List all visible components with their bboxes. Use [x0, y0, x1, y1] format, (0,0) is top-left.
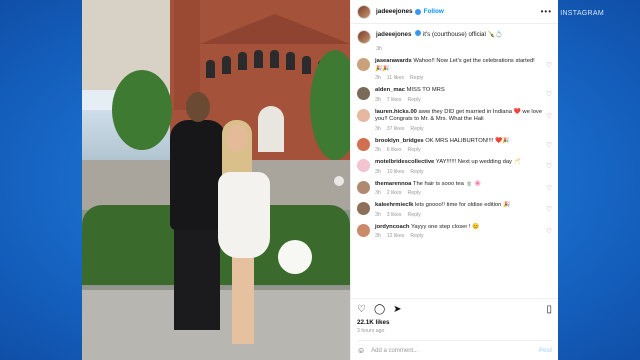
emoji-icon[interactable]: ☺	[357, 346, 365, 355]
comment-username[interactable]: motelbridescollective	[375, 159, 434, 165]
comment-item: themarennoa The hair is sooo tea 🍵 🌸 3h 2 …	[357, 180, 552, 196]
comment-heart-icon[interactable]: ♡	[546, 90, 552, 98]
comment-heart-icon[interactable]: ♡	[546, 112, 552, 120]
comment-item: jasearawards Wahoo!! Now Let's get the c…	[357, 58, 552, 81]
instagram-post-card: jadeeejones Follow ••• jadeeejones it's …	[82, 0, 558, 360]
comments-list: jasearawards Wahoo!! Now Let's get the c…	[351, 52, 558, 298]
caption-text: it's (courthouse) official 🍾💍	[422, 31, 504, 38]
comment-likes[interactable]: 37 likes	[387, 126, 405, 132]
caption-avatar[interactable]	[357, 30, 371, 44]
person-woman	[218, 172, 270, 258]
comment-likes[interactable]: 12 likes	[387, 233, 405, 239]
comment-time: 3h	[375, 211, 381, 218]
comment-time: 3h	[375, 233, 381, 239]
comment-heart-icon[interactable]: ♡	[546, 227, 552, 235]
more-dots-icon[interactable]: •••	[541, 7, 552, 16]
comment-avatar[interactable]	[357, 58, 370, 71]
reply-button[interactable]: Reply	[410, 233, 423, 239]
post-caption: jadeeejones it's (courthouse) official 🍾…	[351, 24, 558, 46]
comment-text: The hair is sooo tea 🍵 🌸	[412, 180, 482, 187]
add-comment-input[interactable]: Add a comment...	[371, 348, 539, 354]
comment-time: 3h	[375, 190, 381, 196]
comment-likes[interactable]: 3 likes	[387, 212, 402, 218]
post-header: jadeeejones Follow •••	[351, 0, 558, 24]
comment-avatar[interactable]	[357, 180, 370, 194]
comment-item: motelbridescollective YAY!!!!!! Next up …	[357, 159, 552, 175]
comment-likes[interactable]: 7 likes	[387, 97, 402, 103]
verified-badge-icon	[415, 30, 422, 36]
heart-icon[interactable]: ♡	[357, 305, 366, 315]
comment-avatar[interactable]	[357, 137, 370, 151]
comment-item: alden_mac MISS TO MRS 3h 7 likes Reply ♡	[357, 87, 552, 103]
post-comment-button[interactable]: Post	[539, 348, 552, 354]
comment-likes[interactable]: 6 likes	[387, 147, 402, 153]
verified-badge-icon	[414, 8, 421, 15]
avatar[interactable]	[357, 4, 371, 19]
caption-username[interactable]: jadeeejones	[376, 31, 411, 38]
reply-button[interactable]: Reply	[408, 97, 421, 103]
bookmark-icon[interactable]: ▯	[546, 305, 552, 315]
comment-likes[interactable]: 2 likes	[387, 190, 402, 196]
comment-text: Yayyy one step closer ! 😊	[410, 223, 480, 230]
likes-count[interactable]: 22.1K likes	[357, 319, 552, 326]
comment-time: 3h	[375, 75, 381, 81]
comment-item: jordyncoach Yayyy one step closer ! 😊 3h 1…	[357, 223, 552, 239]
comment-heart-icon[interactable]: ♡	[546, 205, 552, 213]
reply-button[interactable]: Reply	[410, 75, 423, 81]
carousel-next-button[interactable]	[334, 176, 344, 186]
comment-item: lauren.hicks.00 aww they DID get married…	[357, 108, 552, 132]
comment-username[interactable]: jasearawards	[375, 58, 412, 64]
post-actions: ♡ ◯ ➤ ▯ 22.1K likes 3 hours ago ☺ Add a …	[351, 298, 558, 360]
comment-avatar[interactable]	[357, 159, 370, 172]
comment-time: 3h	[375, 147, 381, 153]
comment-time: 3h	[375, 125, 381, 132]
comment-time: 3h	[375, 96, 381, 103]
add-comment-row: ☺ Add a comment... Post	[357, 340, 552, 360]
comment-avatar[interactable]	[357, 108, 370, 122]
comment-avatar[interactable]	[357, 87, 370, 100]
post-time: 3 hours ago	[357, 328, 385, 334]
comment-avatar[interactable]	[357, 202, 370, 215]
bouquet	[278, 240, 312, 274]
comment-username[interactable]: brooklyn_bridges	[375, 138, 424, 144]
comment-likes[interactable]: 11 likes	[387, 75, 404, 81]
comment-likes[interactable]: 10 likes	[387, 169, 405, 175]
comment-username[interactable]: alden_mac	[375, 87, 405, 93]
comment-username[interactable]: jordyncoach	[375, 224, 409, 230]
share-icon[interactable]: ➤	[393, 305, 401, 315]
reply-button[interactable]: Reply	[408, 212, 421, 218]
comment-heart-icon[interactable]: ♡	[546, 141, 552, 149]
comment-text: YAY!!!!!! Next up wedding day 🥂	[435, 159, 521, 165]
comment-icon[interactable]: ◯	[374, 305, 385, 315]
comment-text: lets goooo!! time for oldise edition 🎉	[414, 202, 511, 208]
comment-heart-icon[interactable]: ♡	[546, 61, 552, 69]
comment-username[interactable]: lauren.hicks.00	[375, 109, 417, 115]
post-username[interactable]: jadeeejones	[376, 8, 413, 15]
comment-item: kaleehrmieclk lets goooo!! time for oldi…	[357, 202, 552, 218]
follow-button[interactable]: Follow	[424, 8, 444, 15]
post-photo[interactable]	[82, 0, 350, 360]
comment-username[interactable]: kaleehrmieclk	[375, 202, 413, 208]
reply-button[interactable]: Reply	[410, 169, 423, 175]
comment-item: brooklyn_bridges OK MRS HALIBURTON!!!! ❤…	[357, 137, 552, 153]
comment-text: MISS TO MRS	[406, 87, 445, 93]
reply-button[interactable]: Reply	[408, 190, 421, 196]
comment-avatar[interactable]	[357, 223, 370, 237]
post-side-panel: jadeeejones Follow ••• jadeeejones it's …	[350, 0, 558, 360]
reply-button[interactable]: Reply	[410, 126, 423, 132]
comment-text: OK MRS HALIBURTON!!!! ❤️🎉	[425, 137, 510, 144]
comment-heart-icon[interactable]: ♡	[546, 184, 552, 192]
comment-time: 3h	[375, 168, 381, 175]
comment-username[interactable]: themarennoa	[375, 181, 411, 187]
reply-button[interactable]: Reply	[408, 147, 421, 153]
comment-heart-icon[interactable]: ♡	[546, 162, 552, 170]
